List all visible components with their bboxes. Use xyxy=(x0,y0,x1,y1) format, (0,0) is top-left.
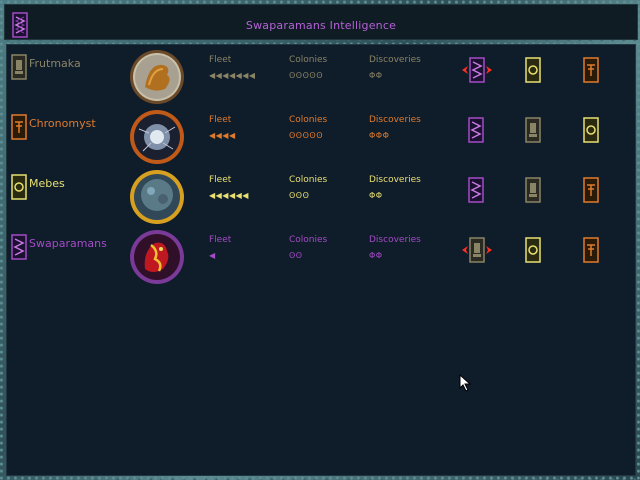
fleet-label: Fleet xyxy=(209,175,232,185)
race-row-frutmaka[interactable]: Frutmaka Fleet Colonies Discoveries ◀◀◀◀… xyxy=(7,49,635,109)
swaparamans-emblem-icon[interactable] xyxy=(468,177,484,203)
colonies-label: Colonies xyxy=(289,55,328,65)
discoveries-value: ΦΦΦ xyxy=(369,131,390,140)
mouse-cursor-icon xyxy=(459,374,472,392)
mebes-emblem-icon[interactable] xyxy=(583,117,599,143)
frutmaka-emblem-war-icon[interactable] xyxy=(462,237,492,263)
race-name: Frutmaka xyxy=(29,57,81,70)
race-name: Chronomyst xyxy=(29,117,96,130)
mebes-portrait[interactable] xyxy=(129,169,185,225)
chronomyst-portrait[interactable] xyxy=(129,109,185,165)
discoveries-label: Discoveries xyxy=(369,55,421,65)
mebes-emblem-icon[interactable] xyxy=(525,237,541,263)
discoveries-label: Discoveries xyxy=(369,235,421,245)
chronomyst-emblem-icon xyxy=(11,114,27,140)
swaparamans-emblem-icon[interactable] xyxy=(468,117,484,143)
colonies-value: ʘʘʘ xyxy=(289,191,310,200)
window-title: Swaparamans Intelligence xyxy=(245,19,397,32)
race-row-mebes[interactable]: Mebes Fleet Colonies Discoveries ◀◀◀◀◀◀ … xyxy=(7,169,635,229)
mebes-emblem-icon[interactable] xyxy=(525,57,541,83)
fleet-value: ◀◀◀◀ xyxy=(209,131,236,140)
discoveries-value: ΦΦ xyxy=(369,191,383,200)
discoveries-value: ΦΦ xyxy=(369,71,383,80)
chronomyst-emblem-icon[interactable] xyxy=(583,177,599,203)
fleet-label: Fleet xyxy=(209,55,232,65)
fleet-label: Fleet xyxy=(209,115,232,125)
swaparamans-portrait[interactable] xyxy=(129,229,185,285)
race-name: Swaparamans xyxy=(29,237,107,250)
discoveries-label: Discoveries xyxy=(369,175,421,185)
fleet-value: ◀ xyxy=(209,251,216,260)
colonies-value: ʘʘ xyxy=(289,251,303,260)
colonies-label: Colonies xyxy=(289,115,328,125)
swaparamans-emblem-war-icon[interactable] xyxy=(462,57,492,83)
frutmaka-emblem-icon[interactable] xyxy=(525,117,541,143)
colonies-value: ʘʘʘʘʘ xyxy=(289,71,323,80)
fleet-value: ◀◀◀◀◀◀ xyxy=(209,191,249,200)
colonies-label: Colonies xyxy=(289,175,328,185)
mebes-emblem-icon xyxy=(11,174,27,200)
intelligence-panel: Frutmaka Fleet Colonies Discoveries ◀◀◀◀… xyxy=(6,44,636,476)
chronomyst-emblem-icon[interactable] xyxy=(583,237,599,263)
discoveries-label: Discoveries xyxy=(369,115,421,125)
frutmaka-portrait[interactable] xyxy=(129,49,185,105)
race-row-swaparamans[interactable]: Swaparamans Fleet Colonies Discoveries ◀… xyxy=(7,229,635,289)
title-bar: Swaparamans Intelligence xyxy=(4,4,638,40)
fleet-label: Fleet xyxy=(209,235,232,245)
race-row-chronomyst[interactable]: Chronomyst Fleet Colonies Discoveries ◀◀… xyxy=(7,109,635,169)
frutmaka-emblem-icon xyxy=(11,54,27,80)
frutmaka-emblem-icon[interactable] xyxy=(525,177,541,203)
swaparamans-emblem-icon xyxy=(11,234,27,260)
fleet-value: ◀◀◀◀◀◀◀ xyxy=(209,71,256,80)
discoveries-value: ΦΦ xyxy=(369,251,383,260)
colonies-value: ʘʘʘʘʘ xyxy=(289,131,323,140)
race-name: Mebes xyxy=(29,177,65,190)
chronomyst-emblem-icon[interactable] xyxy=(583,57,599,83)
colonies-label: Colonies xyxy=(289,235,328,245)
